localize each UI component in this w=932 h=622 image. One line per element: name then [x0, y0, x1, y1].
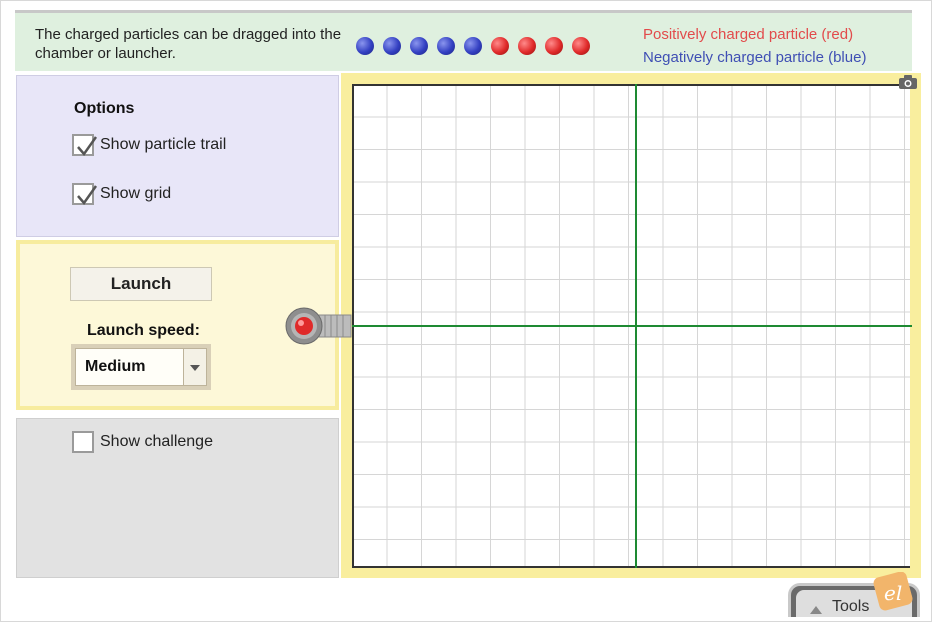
launcher[interactable] [285, 307, 353, 345]
launch-speed-label: Launch speed: [87, 322, 200, 339]
positive-particle[interactable] [491, 37, 509, 55]
negative-particle[interactable] [464, 37, 482, 55]
challenge-panel: Show challenge [16, 418, 339, 578]
show-grid-option[interactable]: Show grid [72, 181, 171, 207]
instructions-text: The charged particles can be dragged int… [35, 26, 342, 62]
legend-positive: Positively charged particle (red) [643, 26, 854, 43]
launch-speed-box[interactable]: Medium [75, 348, 207, 386]
show-grid-checkbox[interactable] [72, 183, 98, 206]
negative-particle[interactable] [437, 37, 455, 55]
x-axis-line [352, 325, 912, 327]
svg-text:el: el [884, 581, 902, 605]
negative-particle[interactable] [356, 37, 374, 55]
explorelearning-logo: el [873, 572, 913, 611]
show-challenge-option[interactable]: Show challenge [72, 429, 213, 455]
positive-particle[interactable] [545, 37, 563, 55]
launch-speed-value: Medium [85, 358, 146, 375]
negative-particle[interactable] [410, 37, 428, 55]
header-bar: The charged particles can be dragged int… [15, 10, 912, 71]
chevron-down-icon[interactable] [183, 349, 206, 385]
chevron-up-icon [810, 606, 822, 614]
positive-particle[interactable] [518, 37, 536, 55]
show-challenge-label: Show challenge [100, 433, 213, 450]
show-trail-label: Show particle trail [100, 136, 227, 153]
launch-button[interactable]: Launch [70, 267, 212, 301]
negative-particle[interactable] [383, 37, 401, 55]
launch-speed-select[interactable]: Medium [71, 344, 211, 390]
checkmark-icon [77, 185, 98, 206]
show-trail-option[interactable]: Show particle trail [72, 132, 226, 158]
show-grid-label: Show grid [100, 185, 172, 202]
camera-icon[interactable] [898, 74, 918, 90]
show-trail-checkbox[interactable] [72, 134, 98, 157]
options-title: Options [74, 100, 135, 117]
legend-negative: Negatively charged particle (blue) [643, 49, 867, 66]
checkmark-icon [77, 136, 98, 157]
positive-particle[interactable] [572, 37, 590, 55]
show-challenge-checkbox[interactable] [72, 431, 94, 453]
options-panel: Options Show particle trail Show grid [16, 75, 339, 237]
tools-label: Tools [832, 598, 870, 615]
